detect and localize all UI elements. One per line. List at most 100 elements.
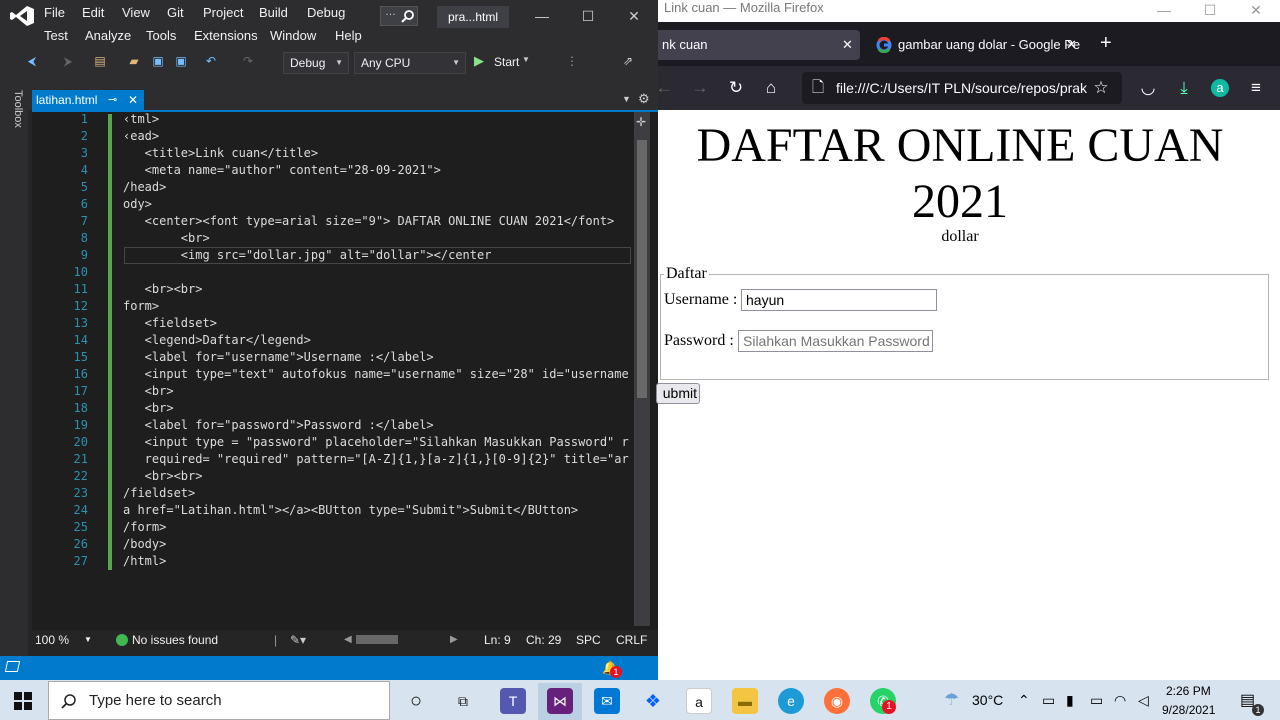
menu-test[interactable]: Test <box>44 28 68 43</box>
pin-icon[interactable]: ⊸ <box>108 90 117 110</box>
code-line[interactable]: <input type = "password" placeholder="Si… <box>123 434 631 451</box>
pocket-icon[interactable]: ◡ <box>1138 78 1158 98</box>
code-line[interactable]: /form> <box>123 519 631 536</box>
clock-date[interactable]: 9/28/2021 <box>1162 703 1215 717</box>
tab-list-dropdown-icon[interactable]: ▼ <box>622 94 631 104</box>
bookmark-star-icon[interactable]: ☆ <box>1091 78 1111 98</box>
cortana-icon[interactable]: ○ <box>403 688 429 714</box>
save-icon[interactable]: ▣ <box>150 53 166 69</box>
menu-edit[interactable]: Edit <box>82 5 104 20</box>
hamburger-menu-icon[interactable]: ≡ <box>1246 78 1266 98</box>
live-share-icon[interactable]: ⇗ <box>620 53 636 69</box>
code-line[interactable]: <br> <box>123 230 631 247</box>
back-arrow-icon[interactable]: ← <box>654 78 674 98</box>
microphone-icon[interactable]: ▮ <box>1066 692 1074 709</box>
chevron-up-icon[interactable]: ⌃ <box>1018 692 1030 709</box>
code-line[interactable]: <br><br> <box>123 468 631 485</box>
menu-analyze[interactable]: Analyze <box>85 28 131 43</box>
undo-icon[interactable]: ↶ <box>203 53 219 69</box>
home-icon[interactable]: ⌂ <box>761 78 781 98</box>
menu-file[interactable]: File <box>44 5 65 20</box>
task-view-icon[interactable]: ⧉ <box>450 688 476 714</box>
minimize-button[interactable]: — <box>530 6 554 26</box>
split-icon[interactable]: ✛ <box>636 115 646 129</box>
open-folder-icon[interactable]: ▰ <box>126 53 142 69</box>
maximize-button[interactable]: ☐ <box>576 6 600 26</box>
mail-icon[interactable]: ✉ <box>594 688 620 714</box>
scrollbar-thumb[interactable] <box>637 140 647 398</box>
close-tab-icon[interactable]: ✕ <box>842 30 853 60</box>
wifi-icon[interactable]: ◠ <box>1114 692 1126 709</box>
scroll-right-icon[interactable]: ▶ <box>450 630 458 650</box>
chevron-down-icon[interactable]: ▼ <box>84 630 92 650</box>
code-line[interactable]: <center><font type=arial size="9"> DAFTA… <box>123 213 631 230</box>
start-play-icon[interactable]: ▶ <box>474 53 484 69</box>
amazon-icon[interactable]: a <box>686 688 712 714</box>
forward-icon[interactable]: ⮞ <box>60 53 76 69</box>
dropbox-icon[interactable]: ❖ <box>640 688 666 714</box>
menu-debug[interactable]: Debug <box>307 5 345 20</box>
ff-close-button[interactable]: ✕ <box>1244 0 1268 20</box>
menu-extensions[interactable]: Extensions <box>194 28 258 43</box>
step-icon[interactable]: ⋮ <box>564 53 580 69</box>
platform-dropdown[interactable]: Any CPU ▼ <box>354 52 466 74</box>
code-line[interactable]: /html> <box>123 553 631 570</box>
code-line[interactable]: <img src="dollar.jpg" alt="dollar"></cen… <box>123 247 631 264</box>
code-line[interactable]: <fieldset> <box>123 315 631 332</box>
cleanup-icon[interactable]: ✎▾ <box>290 630 306 650</box>
tab-google-search[interactable]: gambar uang dolar - Google Pe ✕ <box>868 30 1082 60</box>
username-input[interactable] <box>741 289 937 311</box>
close-tab-icon[interactable]: ✕ <box>1066 30 1077 60</box>
code-line[interactable]: /body> <box>123 536 631 553</box>
horizontal-scroll-thumb[interactable] <box>356 635 398 644</box>
back-icon[interactable]: ⮜ <box>24 53 40 69</box>
code-line[interactable]: <br> <box>123 400 631 417</box>
ff-minimize-button[interactable]: — <box>1152 0 1176 20</box>
temperature[interactable]: 30°C <box>972 692 1003 708</box>
code-line[interactable]: ‹ead> <box>123 128 631 145</box>
code-line[interactable]: ody> <box>123 196 631 213</box>
code-line[interactable]: a href="Latihan.html"></a><BUtton type="… <box>123 502 631 519</box>
close-window-button[interactable]: ✕ <box>622 6 646 26</box>
menu-tools[interactable]: Tools <box>146 28 176 43</box>
toolbox-tab[interactable]: Toolbox <box>4 90 24 150</box>
code-line[interactable]: <br><br> <box>123 281 631 298</box>
teams-icon[interactable]: T <box>500 688 526 714</box>
firefox-taskbar-icon[interactable]: ◉ <box>824 688 850 714</box>
code-line[interactable]: /fieldset> <box>123 485 631 502</box>
menu-view[interactable]: View <box>122 5 150 20</box>
meet-now-icon[interactable]: ▭ <box>1042 692 1055 709</box>
config-dropdown[interactable]: Debug ▼ <box>283 52 349 74</box>
save-all-icon[interactable]: ▣ <box>173 53 189 69</box>
submit-button[interactable]: ubmit <box>656 383 700 404</box>
code-line[interactable]: <title>Link cuan</title> <box>123 145 631 162</box>
zoom-level[interactable]: 100 % <box>35 630 69 650</box>
code-line[interactable]: <meta name="author" content="28-09-2021"… <box>123 162 631 179</box>
forward-arrow-icon[interactable]: → <box>690 78 710 98</box>
code-line[interactable]: <br> <box>123 383 631 400</box>
code-line[interactable]: <input type="text" autofokus name="usern… <box>123 366 631 383</box>
file-explorer-icon[interactable]: ▬ <box>732 688 758 714</box>
battery-icon[interactable]: ▭ <box>1090 692 1103 709</box>
edge-icon[interactable]: e <box>778 688 804 714</box>
code-line[interactable]: <legend>Daftar</legend> <box>123 332 631 349</box>
code-line[interactable]: <label for="username">Username :</label> <box>123 349 631 366</box>
close-tab-icon[interactable]: ✕ <box>128 90 138 110</box>
start-button[interactable]: Start <box>494 55 519 69</box>
menu-git[interactable]: Git <box>167 5 184 20</box>
redo-icon[interactable]: ↷ <box>240 53 256 69</box>
reload-icon[interactable]: ↻ <box>726 78 746 98</box>
password-input[interactable] <box>738 330 933 352</box>
downloads-icon[interactable]: ⤓ <box>1174 78 1194 98</box>
issues-status[interactable]: No issues found <box>132 630 218 650</box>
code-line[interactable]: /head> <box>123 179 631 196</box>
windows-start-icon[interactable] <box>14 692 32 710</box>
ff-maximize-button[interactable]: ☐ <box>1198 0 1222 20</box>
taskbar-search-box[interactable]: Type here to search <box>48 681 390 720</box>
search-button[interactable]: … <box>380 6 418 26</box>
chevron-down-icon[interactable]: ▼ <box>522 55 530 64</box>
code-line[interactable]: ‹tml> <box>123 111 631 128</box>
volume-icon[interactable]: ◁ <box>1138 692 1149 709</box>
code-line[interactable]: <label for="password">Password :</label> <box>123 417 631 434</box>
clock-time[interactable]: 2:26 PM <box>1166 684 1211 698</box>
